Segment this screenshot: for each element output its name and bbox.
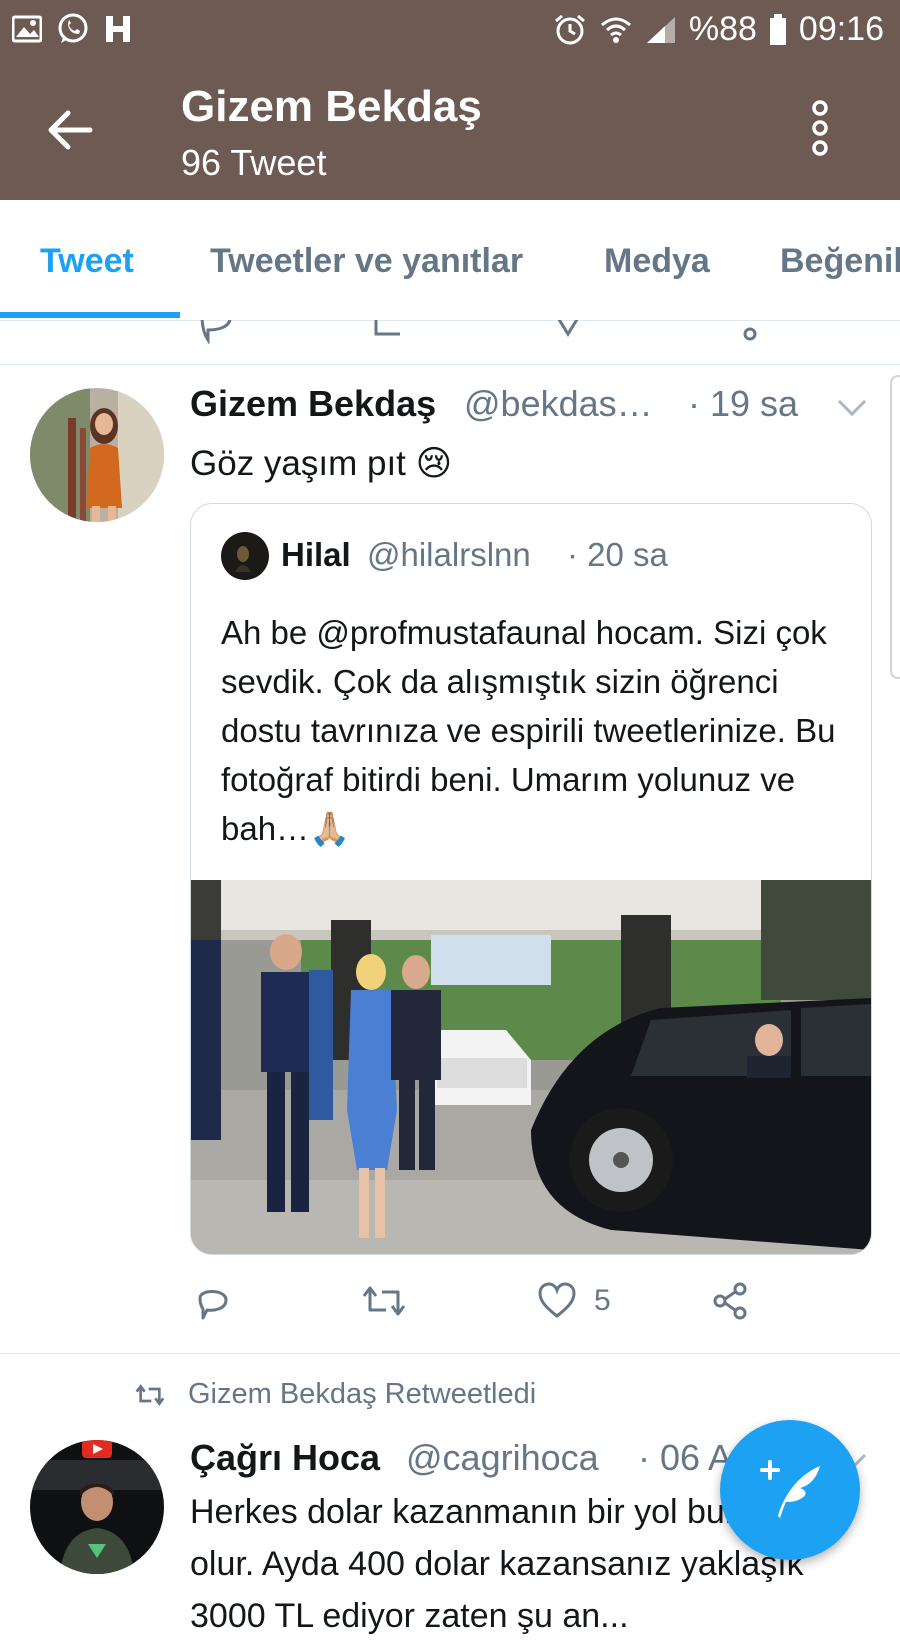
tab-likes[interactable]: Beğeniler <box>780 242 900 281</box>
battery-icon <box>769 13 787 46</box>
retweet-icon[interactable] <box>370 320 414 344</box>
whatsapp-icon <box>56 12 90 46</box>
like-button[interactable]: 5 <box>536 1280 611 1322</box>
alarm-icon <box>553 13 587 47</box>
reply-icon[interactable] <box>196 320 236 344</box>
h-app-icon <box>104 14 132 44</box>
chevron-down-icon[interactable] <box>836 398 868 418</box>
share-button[interactable] <box>710 1280 752 1322</box>
quoted-tweet-photo[interactable] <box>191 880 871 1254</box>
avatar[interactable] <box>30 388 164 522</box>
author-name[interactable]: Çağrı Hoca <box>190 1437 380 1479</box>
battery-percent: %88 <box>688 10 757 48</box>
gallery-icon <box>12 15 42 43</box>
status-bar: %88 09:16 <box>0 0 900 62</box>
divider <box>0 1353 900 1354</box>
profile-header: Gizem Bekdaş 96 Tweet <box>0 62 900 200</box>
quoted-avatar <box>221 532 269 580</box>
share-icon <box>713 1282 747 1320</box>
active-tab-indicator <box>0 312 180 318</box>
page-title: Gizem Bekdaş <box>181 82 482 131</box>
like-count: 5 <box>594 1284 611 1317</box>
tab-media[interactable]: Medya <box>604 242 710 281</box>
more-options-button[interactable] <box>810 98 830 158</box>
profile-tabs: Tweet Tweetler ve yanıtlar Medya Beğenil… <box>0 200 900 321</box>
retweet-button[interactable] <box>360 1280 408 1322</box>
heart-icon <box>538 1282 576 1318</box>
author-handle[interactable]: @cagrihoca <box>406 1437 636 1479</box>
compose-tweet-button[interactable] <box>720 1420 860 1560</box>
quoted-author-handle: @hilalrslnn <box>367 536 531 573</box>
quoted-tweet[interactable]: Hilal @hilalrslnn · 20 sa Ah be @profmus… <box>190 503 872 1255</box>
reply-button[interactable] <box>192 1280 234 1322</box>
compose-feather-icon <box>760 1460 820 1518</box>
clock: 09:16 <box>798 10 884 48</box>
quoted-author-name: Hilal <box>281 536 351 573</box>
avatar[interactable] <box>30 1440 164 1574</box>
retweet-context: Gizem Bekdaş Retweetledi <box>134 1378 536 1411</box>
retweeted-by-label: Gizem Bekdaş Retweetledi <box>188 1378 537 1410</box>
wifi-icon <box>599 13 633 47</box>
tweet-actions: 5 <box>190 1280 870 1330</box>
timestamp[interactable]: · 06 A <box>638 1437 732 1479</box>
tweet-text: Göz yaşım pıt 😢 <box>190 444 453 483</box>
quoted-timestamp: · 20 sa <box>567 536 668 573</box>
author-handle[interactable]: @bekdas… <box>464 383 664 425</box>
retweet-icon <box>135 1383 165 1406</box>
tab-tweets[interactable]: Tweet <box>40 242 134 281</box>
back-button[interactable] <box>44 102 100 158</box>
reply-icon <box>198 1290 228 1320</box>
tab-tweets-and-replies[interactable]: Tweetler ve yanıtlar <box>210 242 523 281</box>
retweet-icon <box>362 1286 406 1316</box>
arrow-left-icon <box>48 110 93 150</box>
scroll-indicator <box>890 375 900 679</box>
like-icon[interactable] <box>548 320 588 344</box>
tweet-count: 96 Tweet <box>181 142 327 183</box>
previous-tweet-actions <box>0 320 900 365</box>
signal-icon <box>645 15 677 45</box>
author-name[interactable]: Gizem Bekdaş <box>190 383 436 425</box>
kebab-menu-icon <box>812 100 828 156</box>
share-icon[interactable] <box>722 320 762 344</box>
timestamp[interactable]: · 19 sa <box>688 383 798 425</box>
quoted-tweet-text: Ah be @profmustafaunal hocam. Sizi çok s… <box>221 614 836 847</box>
